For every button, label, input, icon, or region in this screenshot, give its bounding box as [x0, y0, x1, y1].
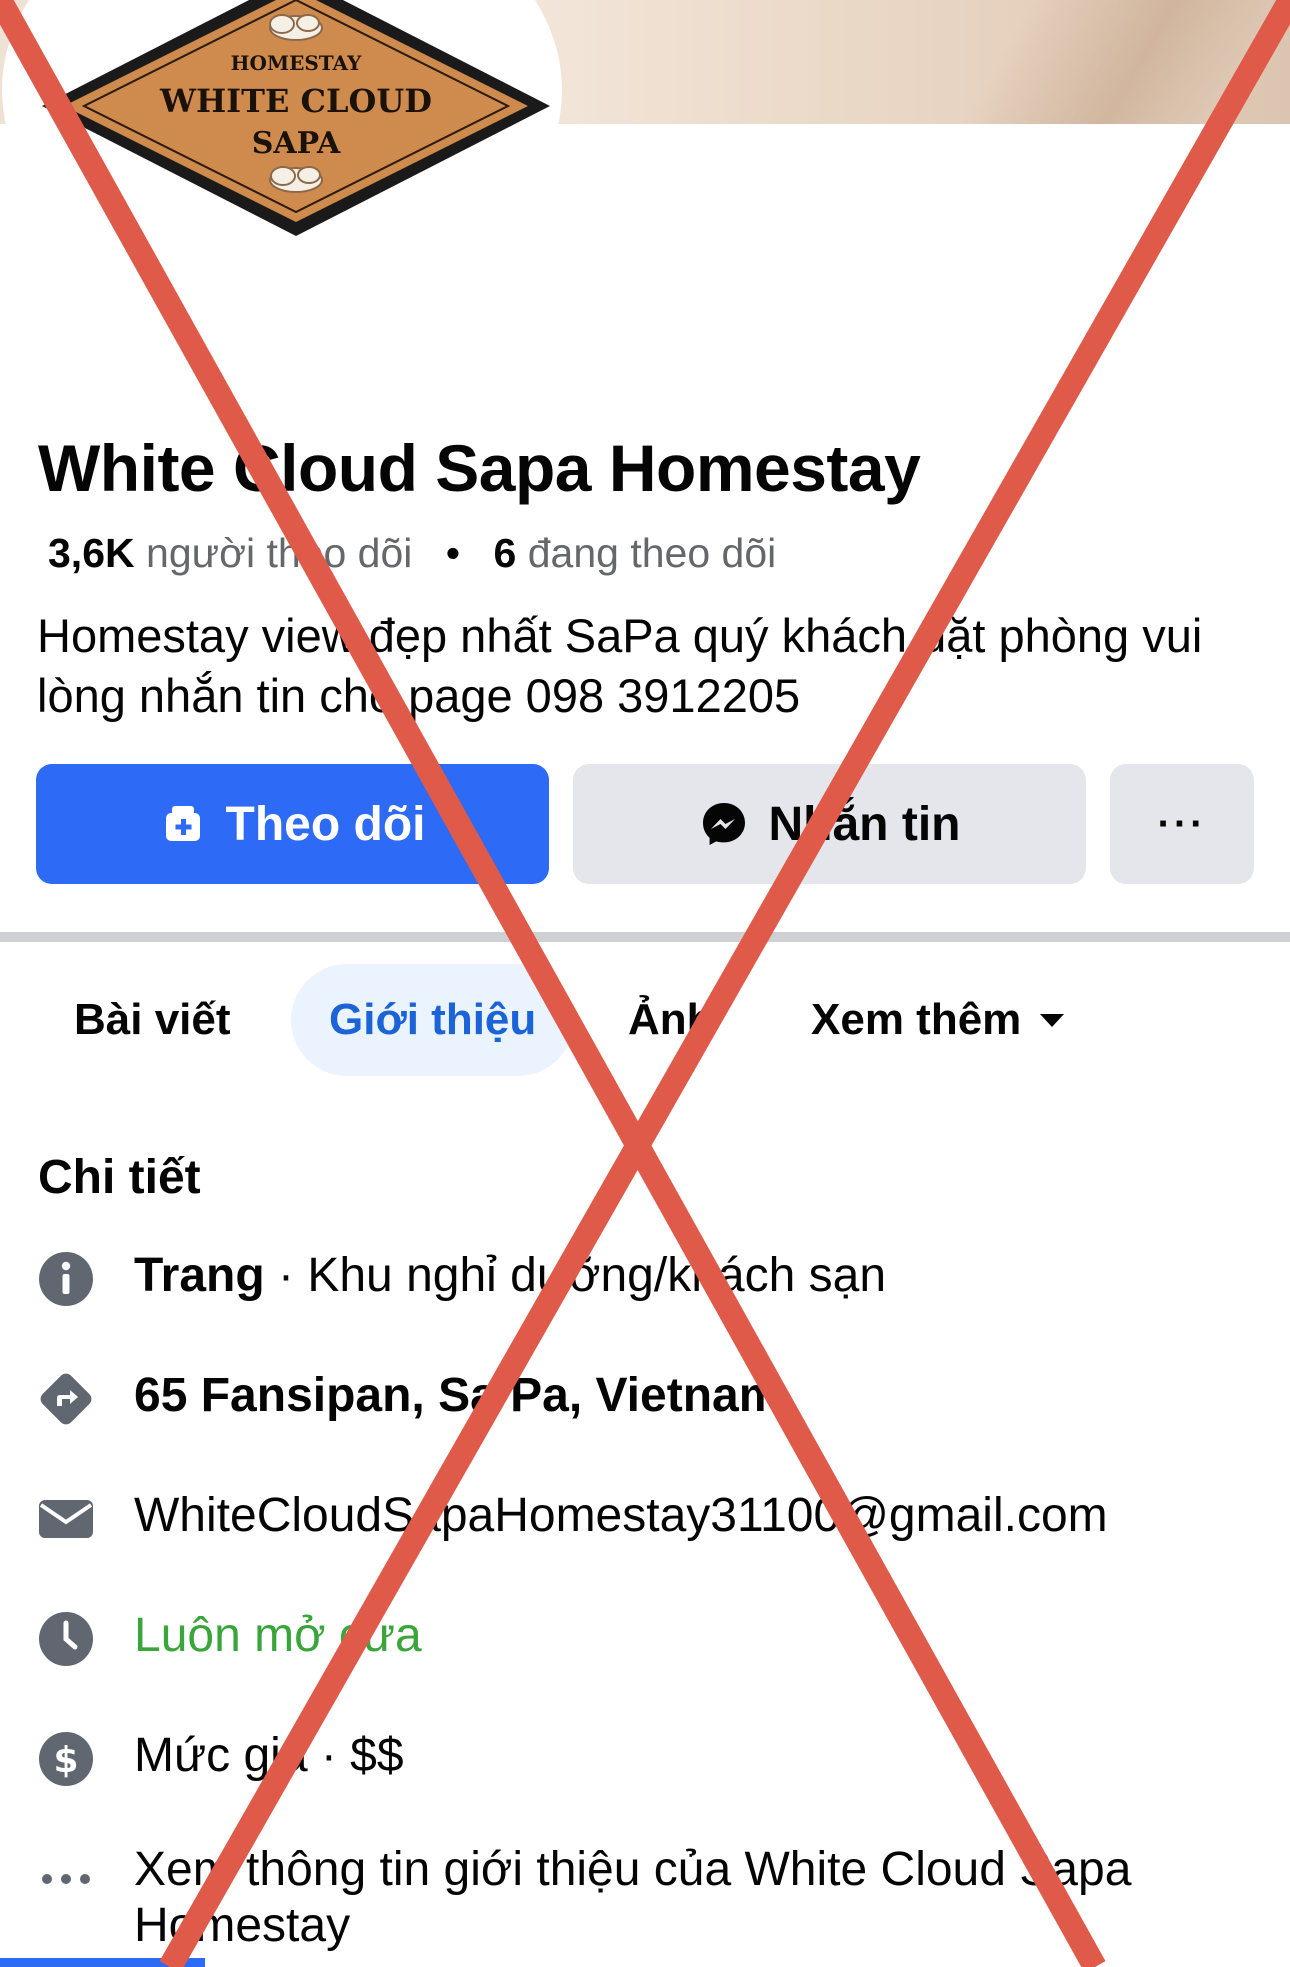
following-count: 6 — [493, 530, 517, 576]
tab-photos[interactable]: Ảnh — [628, 964, 714, 1076]
follower-stats[interactable]: 3,6K người theo dõi • 6 đang theo dõi — [48, 530, 776, 577]
stats-separator: • — [445, 530, 461, 576]
mail-icon — [37, 1490, 95, 1548]
logo-line-3: SAPA — [252, 126, 341, 161]
detail-category-bold: Trang — [134, 1249, 265, 1302]
clock-icon — [37, 1610, 95, 1668]
detail-see-more-text: Xem thông tin giới thiệu của White Cloud… — [134, 1843, 1132, 1952]
svg-text:$: $ — [53, 1740, 78, 1781]
following-label: đang theo dõi — [527, 530, 777, 576]
tab-see-more-label: Xem thêm — [811, 995, 1022, 1044]
followers-label: người theo dõi — [146, 530, 413, 576]
more-options-button[interactable]: ··· — [1110, 764, 1254, 884]
detail-address[interactable]: 65 Fansipan, Sa Pa, Vietnam — [0, 1352, 1290, 1448]
section-divider — [0, 932, 1290, 942]
detail-category-rest: · Khu nghỉ dưỡng/khách sạn — [264, 1249, 887, 1302]
follow-button-label: Theo dõi — [225, 797, 426, 851]
info-icon — [37, 1250, 95, 1308]
detail-price-text: Mức giá · $$ — [134, 1729, 404, 1782]
follow-icon — [160, 801, 206, 847]
detail-category-text: Trang · Khu nghỉ dưỡng/khách sạn — [134, 1248, 886, 1303]
detail-hours-text: Luôn mở cửa — [134, 1609, 422, 1662]
dollar-icon: $ — [37, 1730, 95, 1788]
message-button[interactable]: Nhắn tin — [573, 764, 1086, 884]
tab-about[interactable]: Giới thiệu — [291, 964, 575, 1076]
logo-line-1: HOMESTAY — [231, 51, 362, 75]
detail-see-more[interactable]: Xem thông tin giới thiệu của White Cloud… — [0, 1832, 1290, 1962]
directions-icon — [37, 1370, 95, 1428]
page-description: Homestay view đẹp nhất SaPa quý khách đặ… — [37, 609, 1203, 722]
detail-email-text: WhiteCloudSapaHomestay31100@gmail.com — [134, 1489, 1108, 1542]
page-title: White Cloud Sapa Homestay — [38, 431, 921, 505]
details-heading: Chi tiết — [38, 1151, 201, 1204]
caret-down-icon — [1037, 1010, 1067, 1030]
bottom-indicator — [0, 1958, 205, 1967]
detail-price: $ Mức giá · $$ — [0, 1712, 1290, 1808]
detail-email[interactable]: WhiteCloudSapaHomestay31100@gmail.com — [0, 1472, 1290, 1568]
profile-logo[interactable]: HOMESTAY WHITE CLOUD SAPA — [36, 0, 556, 300]
messenger-icon — [699, 799, 749, 849]
profile-tabs: Bài viết Giới thiệu Ảnh Xem thêm — [0, 964, 1290, 1084]
tab-see-more[interactable]: Xem thêm — [811, 964, 1067, 1076]
follow-button[interactable]: Theo dõi — [36, 764, 549, 884]
cover-fold — [950, 0, 1290, 124]
tab-posts[interactable]: Bài viết — [74, 964, 231, 1076]
detail-address-text: 65 Fansipan, Sa Pa, Vietnam — [134, 1369, 782, 1422]
message-button-label: Nhắn tin — [768, 797, 961, 851]
more-dots-icon — [37, 1850, 95, 1908]
detail-category: Trang · Khu nghỉ dưỡng/khách sạn — [0, 1232, 1290, 1328]
logo-line-2: WHITE CLOUD — [159, 82, 432, 120]
followers-count: 3,6K — [48, 530, 135, 576]
detail-hours: Luôn mở cửa — [0, 1592, 1290, 1688]
